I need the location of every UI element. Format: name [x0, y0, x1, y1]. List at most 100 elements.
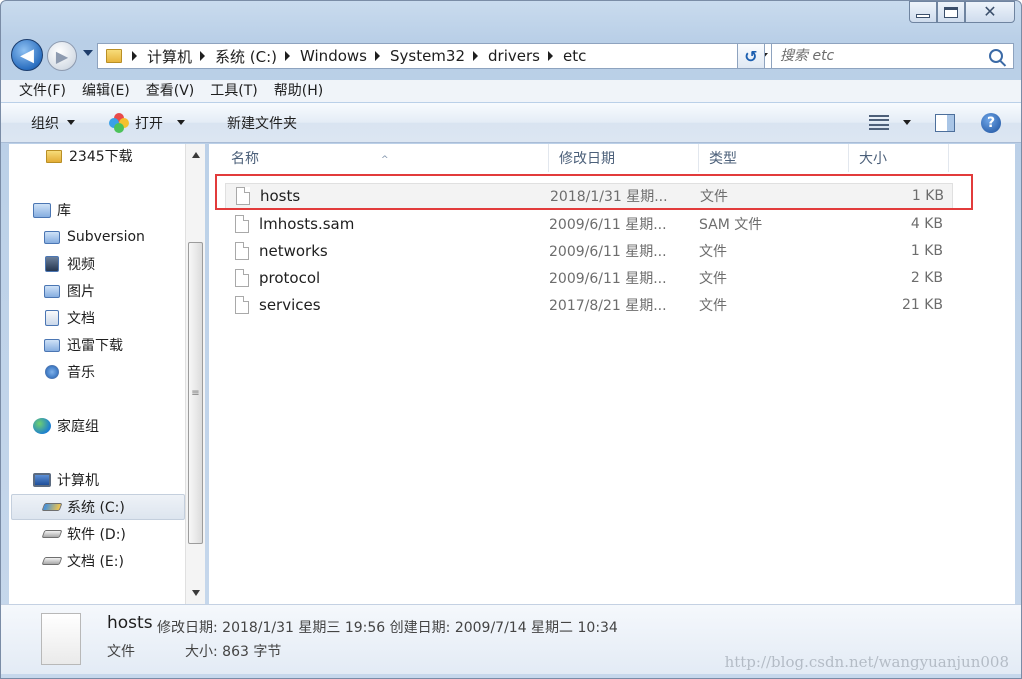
breadcrumb-arrow-icon[interactable]	[132, 51, 137, 61]
sidebar-item-label: 家庭组	[57, 419, 99, 435]
column-header-modified[interactable]: 修改日期	[549, 144, 699, 172]
file-type: 文件	[699, 244, 727, 260]
chevron-down-icon	[903, 120, 911, 125]
drive-icon	[41, 553, 63, 569]
change-view-button[interactable]	[859, 109, 921, 137]
sidebar-item-label: 软件 (D:)	[67, 527, 126, 543]
back-button[interactable]: ◀	[11, 39, 43, 71]
details-pane: hosts 修改日期: 2018/1/31 星期三 19:56 创建日期: 20…	[1, 604, 1021, 674]
sidebar-item-drive-c[interactable]: 系统 (C:)	[41, 495, 125, 519]
document-library-icon	[43, 310, 61, 326]
help-button[interactable]: ?	[971, 109, 1011, 137]
address-bar[interactable]: 计算机 系统 (C:) Windows System32 drivers etc	[97, 43, 775, 69]
breadcrumb-item[interactable]: etc	[563, 47, 586, 65]
maximize-icon	[944, 6, 958, 18]
minimize-button[interactable]	[909, 1, 937, 23]
sidebar-item-label: 文档	[67, 311, 95, 327]
menu-view[interactable]: 查看(V)	[138, 80, 203, 102]
file-name-cell: services	[225, 296, 549, 314]
sidebar-item-2345-downloads[interactable]: 2345下载	[45, 144, 133, 168]
menu-file[interactable]: 文件(F)	[11, 80, 74, 102]
column-header-type[interactable]: 类型	[699, 144, 849, 172]
sidebar-item-libraries[interactable]: 库	[33, 198, 71, 222]
file-icon	[235, 269, 249, 287]
new-folder-button[interactable]: 新建文件夹	[217, 109, 307, 137]
forward-button[interactable]: ▶	[47, 41, 77, 71]
menu-help[interactable]: 帮助(H)	[266, 80, 331, 102]
sidebar-item-pictures[interactable]: 图片	[43, 279, 95, 303]
file-type: SAM 文件	[699, 217, 763, 233]
file-modified: 2017/8/21 星期...	[549, 298, 667, 314]
search-input[interactable]	[772, 48, 989, 64]
breadcrumb-item[interactable]: drivers	[488, 47, 540, 65]
breadcrumb-item[interactable]: 系统 (C:)	[215, 46, 277, 67]
breadcrumb-arrow-icon[interactable]	[285, 51, 291, 61]
file-name: services	[259, 296, 321, 314]
file-name-cell: networks	[225, 242, 549, 260]
breadcrumb-item[interactable]: 计算机	[147, 46, 192, 67]
sidebar-item-computer[interactable]: 计算机	[33, 468, 99, 492]
file-size: 21 KB	[901, 297, 943, 313]
column-header: 名称 ^ 修改日期 类型 大小	[209, 144, 1015, 172]
file-row-lmhosts[interactable]: lmhosts.sam 2009/6/11 星期... SAM 文件 4 KB	[225, 211, 953, 237]
open-button[interactable]: 打开	[99, 109, 195, 137]
details-view-icon	[869, 114, 889, 131]
chevron-down-icon	[67, 120, 75, 125]
annotation-highlight-box	[215, 174, 973, 210]
sidebar-item-subversion[interactable]: Subversion	[43, 225, 145, 249]
search-box[interactable]	[771, 43, 1014, 69]
scrollbar-thumb[interactable]: ≡	[188, 242, 203, 544]
refresh-button[interactable]: ↺	[737, 43, 765, 69]
sidebar-item-xunlei-downloads[interactable]: 迅雷下载	[43, 333, 123, 357]
file-type: 文件	[699, 298, 727, 314]
recent-pages-dropdown[interactable]	[83, 50, 93, 56]
new-folder-label: 新建文件夹	[227, 115, 297, 132]
scroll-up-icon[interactable]	[192, 152, 200, 158]
preview-pane-button[interactable]	[925, 109, 965, 137]
library-icon	[43, 229, 61, 245]
maximize-button[interactable]	[937, 1, 965, 23]
sidebar-item-label: 视频	[67, 257, 95, 273]
sidebar-item-videos[interactable]: 视频	[43, 252, 95, 276]
breadcrumb-arrow-icon[interactable]	[547, 51, 553, 61]
scroll-down-icon[interactable]	[192, 590, 200, 596]
file-row-protocol[interactable]: protocol 2009/6/11 星期... 文件 2 KB	[225, 265, 953, 291]
file-row-networks[interactable]: networks 2009/6/11 星期... 文件 1 KB	[225, 238, 953, 264]
sidebar-item-label: 库	[57, 203, 71, 219]
chevron-down-icon	[177, 120, 185, 125]
sort-ascending-icon: ^	[381, 155, 389, 165]
sidebar-item-music[interactable]: 音乐	[43, 360, 95, 384]
navigation-scrollbar[interactable]: ≡	[185, 144, 205, 604]
organize-button[interactable]: 组织	[21, 109, 85, 137]
close-button[interactable]: ✕	[965, 1, 1015, 23]
breadcrumb-item[interactable]: Windows	[300, 47, 367, 65]
minimize-icon	[916, 14, 930, 18]
details-file-name: hosts	[107, 613, 153, 633]
file-icon	[235, 242, 249, 260]
breadcrumb-arrow-icon[interactable]	[473, 51, 479, 61]
file-modified: 2009/6/11 星期...	[549, 217, 667, 233]
column-label: 修改日期	[559, 151, 615, 167]
close-icon: ✕	[983, 2, 997, 21]
breadcrumb-arrow-icon[interactable]	[374, 51, 380, 61]
sidebar-item-drive-d[interactable]: 软件 (D:)	[41, 522, 126, 546]
column-header-name[interactable]: 名称 ^	[209, 144, 549, 172]
sidebar-item-documents[interactable]: 文档	[43, 306, 95, 330]
column-label: 大小	[859, 151, 887, 167]
menu-tools[interactable]: 工具(T)	[202, 80, 265, 102]
breadcrumb-item[interactable]: System32	[390, 47, 465, 65]
breadcrumb-arrow-icon[interactable]	[200, 51, 206, 61]
file-size: 4 KB	[910, 216, 943, 232]
file-row-services[interactable]: services 2017/8/21 星期... 文件 21 KB	[225, 292, 953, 318]
sidebar-item-drive-e[interactable]: 文档 (E:)	[41, 549, 124, 573]
homegroup-icon	[33, 418, 51, 434]
file-name: lmhosts.sam	[259, 215, 355, 233]
details-file-type: 文件	[107, 644, 135, 660]
column-header-size[interactable]: 大小	[849, 144, 949, 172]
menu-edit[interactable]: 编辑(E)	[74, 80, 138, 102]
command-bar: 组织 打开 新建文件夹 ?	[1, 103, 1021, 143]
file-name-cell: lmhosts.sam	[225, 215, 549, 233]
search-icon[interactable]	[989, 49, 1003, 63]
sidebar-item-homegroup[interactable]: 家庭组	[33, 414, 99, 438]
open-with-icon	[109, 112, 129, 133]
